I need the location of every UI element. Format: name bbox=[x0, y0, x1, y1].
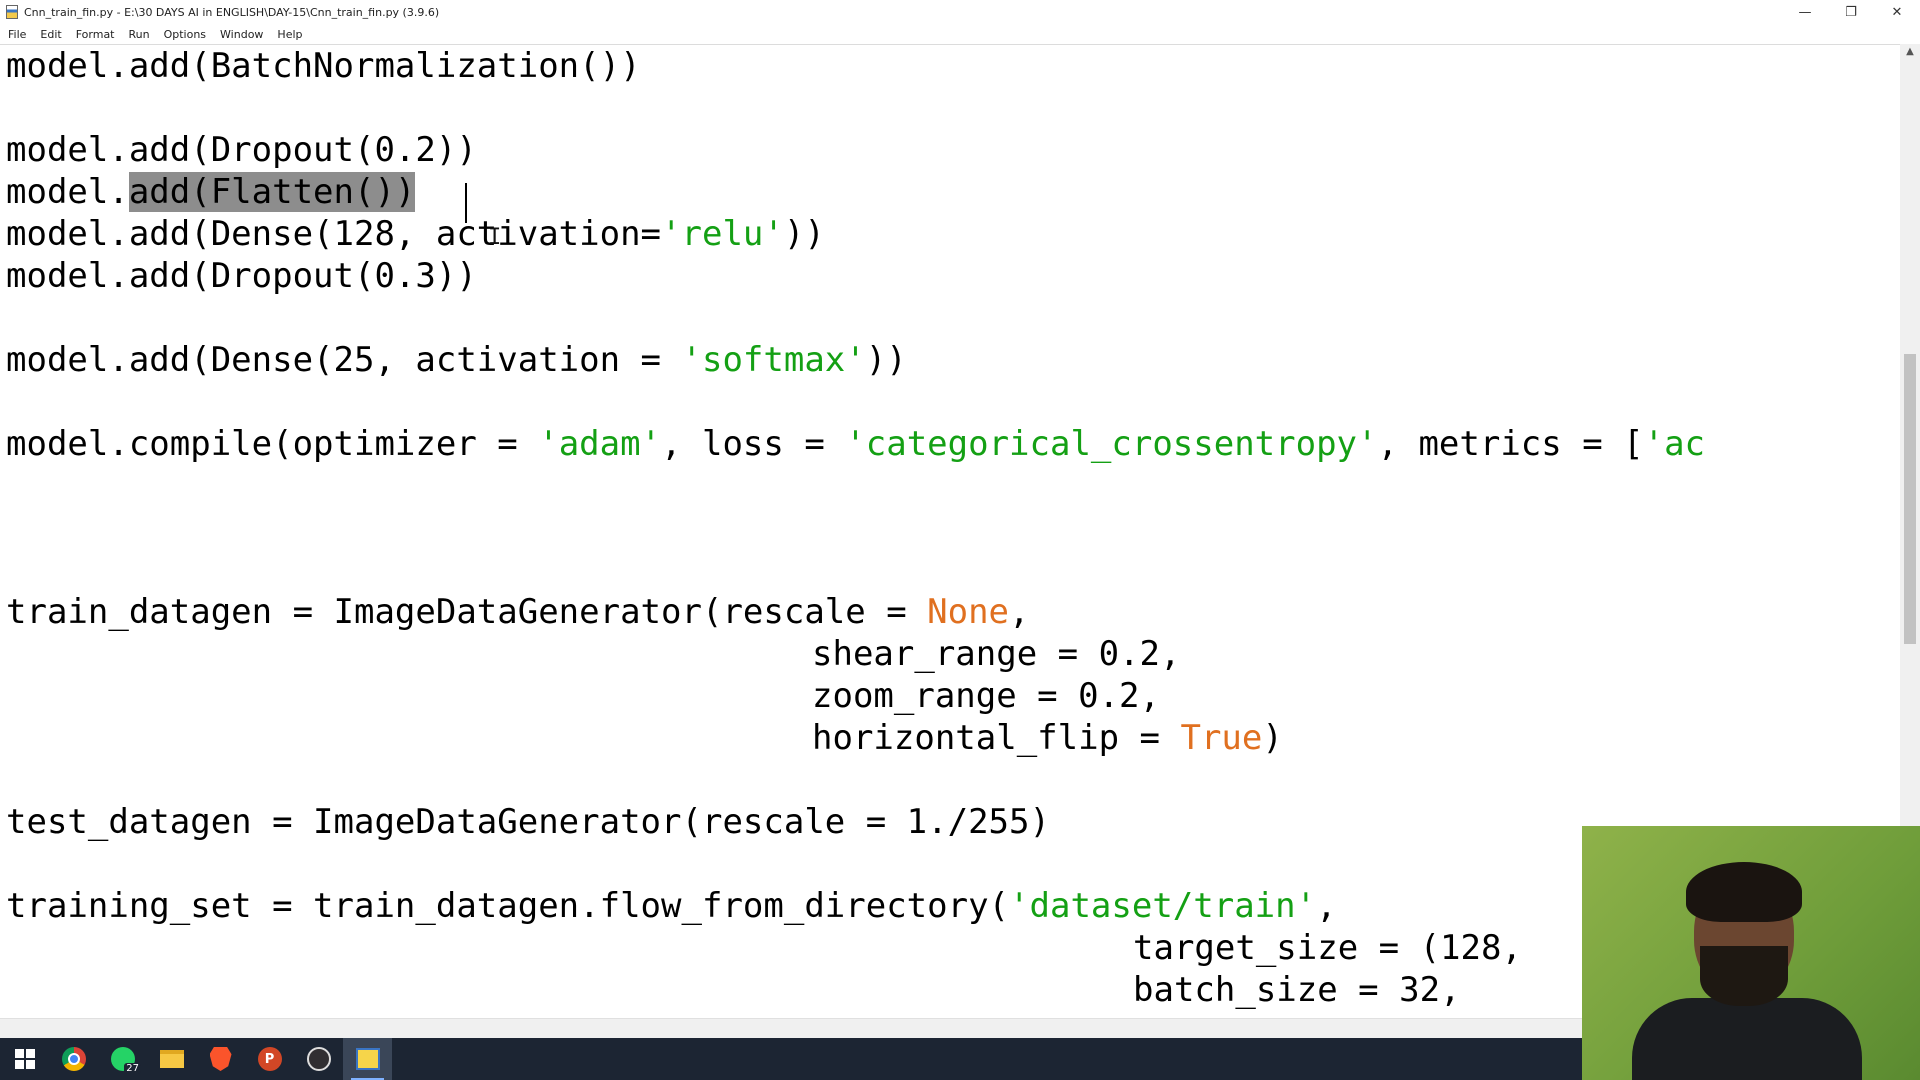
windows-logo-icon bbox=[14, 1049, 35, 1069]
selected-text: add(Flatten()) bbox=[128, 172, 416, 212]
code-text: )) bbox=[865, 340, 907, 380]
menu-edit[interactable]: Edit bbox=[33, 28, 68, 41]
presenter-beard bbox=[1700, 946, 1788, 1006]
code-text: model.add(Dropout(0.2)) bbox=[6, 130, 477, 170]
string-literal: 'categorical_crossentropy' bbox=[845, 424, 1378, 464]
code-text: model.add(Dropout(0.3)) bbox=[6, 256, 477, 296]
code-line: train_datagen = ImageDataGenerator(resca… bbox=[6, 591, 1030, 633]
start-button[interactable] bbox=[0, 1038, 49, 1080]
title-bar: Cnn_train_fin.py - E:\30 DAYS AI in ENGL… bbox=[0, 0, 1920, 24]
code-text: shear_range = 0.2, bbox=[812, 634, 1181, 674]
menu-run[interactable]: Run bbox=[122, 28, 157, 41]
menu-options[interactable]: Options bbox=[157, 28, 213, 41]
code-text: ) bbox=[1262, 718, 1283, 758]
code-text: model.compile(optimizer = bbox=[6, 424, 539, 464]
code-text: , metrics = [ bbox=[1377, 424, 1644, 464]
code-line: shear_range = 0.2, bbox=[812, 633, 1180, 675]
notification-badge: 27 bbox=[124, 1063, 141, 1074]
taskbar-obs[interactable] bbox=[294, 1038, 343, 1080]
string-literal: 'dataset/train' bbox=[1009, 886, 1317, 926]
code-text: target_size = (128, bbox=[1133, 928, 1522, 968]
taskbar-brave[interactable] bbox=[196, 1038, 245, 1080]
code-line: horizontal_flip = True) bbox=[812, 717, 1283, 759]
code-line: model.compile(optimizer = 'adam', loss =… bbox=[6, 423, 1705, 465]
menu-format[interactable]: Format bbox=[69, 28, 122, 41]
code-text: test_datagen = ImageDataGenerator(rescal… bbox=[6, 802, 1050, 842]
menu-bar: File Edit Format Run Options Window Help bbox=[0, 24, 1920, 44]
code-line: model.add(Dense(25, activation = 'softma… bbox=[6, 339, 907, 381]
code-text: horizontal_flip = bbox=[812, 718, 1181, 758]
chrome-icon bbox=[61, 1047, 86, 1071]
code-text: , loss = bbox=[661, 424, 846, 464]
string-literal: 'ac bbox=[1643, 424, 1706, 464]
close-button[interactable]: ✕ bbox=[1874, 0, 1920, 24]
code-text: model.add(Dense(25, activation = bbox=[6, 340, 682, 380]
code-text: , bbox=[1009, 592, 1030, 632]
code-line: zoom_range = 0.2, bbox=[812, 675, 1160, 717]
string-literal: 'adam' bbox=[538, 424, 662, 464]
folder-icon bbox=[159, 1050, 184, 1068]
code-line: model.add(Dropout(0.2)) bbox=[6, 129, 477, 171]
code-line: batch_size = 32, bbox=[1133, 969, 1461, 1011]
ibeam-cursor-icon: I bbox=[488, 225, 502, 250]
code-text: model.add(Dense(128, activation= bbox=[6, 214, 662, 254]
menu-help[interactable]: Help bbox=[270, 28, 309, 41]
string-literal: 'softmax' bbox=[681, 340, 866, 380]
brave-lion-icon bbox=[209, 1047, 232, 1071]
taskbar-powerpoint[interactable]: P bbox=[245, 1038, 294, 1080]
code-line: test_datagen = ImageDataGenerator(rescal… bbox=[6, 801, 1050, 843]
code-text: train_datagen = ImageDataGenerator(resca… bbox=[6, 592, 928, 632]
code-text: model.add(BatchNormalization()) bbox=[6, 46, 641, 86]
obs-icon bbox=[306, 1047, 331, 1071]
window-title: Cnn_train_fin.py - E:\30 DAYS AI in ENGL… bbox=[24, 5, 440, 19]
string-literal: 'relu' bbox=[661, 214, 784, 254]
menu-file[interactable]: File bbox=[0, 28, 33, 41]
code-text: batch_size = 32, bbox=[1133, 970, 1461, 1010]
webcam-overlay bbox=[1582, 826, 1920, 1080]
code-line: model.add(Dense(128, activation='relu')) bbox=[6, 213, 825, 255]
text-caret bbox=[465, 183, 467, 223]
restore-button[interactable]: ❐ bbox=[1828, 0, 1874, 24]
taskbar-chrome[interactable] bbox=[49, 1038, 98, 1080]
code-line: model.add(BatchNormalization()) bbox=[6, 45, 641, 87]
code-line: target_size = (128, bbox=[1133, 927, 1522, 969]
code-text: , bbox=[1316, 886, 1337, 926]
python-file-icon bbox=[6, 5, 18, 19]
scroll-up-arrow-icon[interactable]: ▲ bbox=[1900, 46, 1920, 57]
code-text: zoom_range = 0.2, bbox=[812, 676, 1160, 716]
menu-window[interactable]: Window bbox=[213, 28, 270, 41]
code-text: )) bbox=[783, 214, 825, 254]
keyword-literal: True bbox=[1180, 718, 1263, 758]
code-text: training_set = train_datagen.flow_from_d… bbox=[6, 886, 1010, 926]
code-line: model.add(Dropout(0.3)) bbox=[6, 255, 477, 297]
python-idle-icon bbox=[355, 1048, 380, 1070]
presenter-hair bbox=[1686, 862, 1802, 922]
taskbar-file-explorer[interactable] bbox=[147, 1038, 196, 1080]
taskbar-python-idle[interactable] bbox=[343, 1038, 392, 1080]
code-text: model. bbox=[6, 172, 129, 212]
window-controls: — ❐ ✕ bbox=[1782, 0, 1920, 24]
presenter-body bbox=[1632, 998, 1862, 1080]
vertical-scroll-thumb[interactable] bbox=[1904, 354, 1916, 644]
code-line: model.add(Flatten()) bbox=[6, 171, 416, 213]
keyword-literal: None bbox=[927, 592, 1010, 632]
taskbar-whatsapp[interactable]: 27 bbox=[98, 1038, 147, 1080]
minimize-button[interactable]: — bbox=[1782, 0, 1828, 24]
powerpoint-icon: P bbox=[257, 1047, 282, 1071]
code-line: training_set = train_datagen.flow_from_d… bbox=[6, 885, 1337, 927]
